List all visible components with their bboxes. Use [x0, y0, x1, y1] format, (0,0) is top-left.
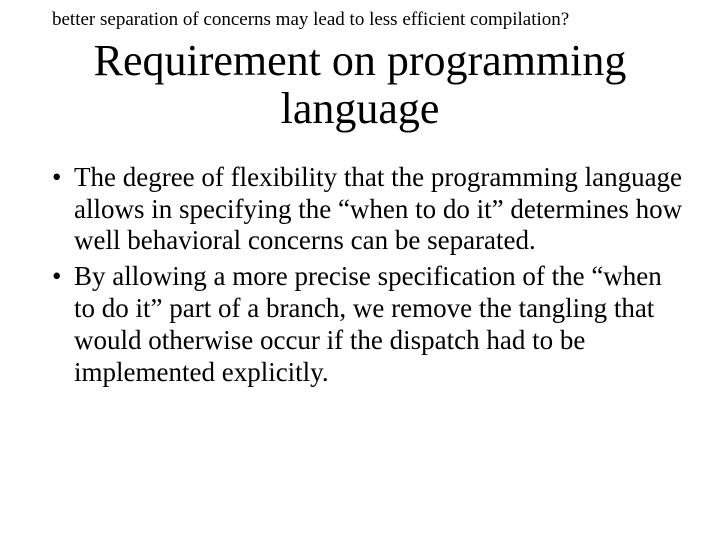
- slide: better separation of concerns may lead t…: [0, 0, 720, 540]
- list-item: By allowing a more precise specification…: [52, 261, 686, 388]
- list-item: The degree of flexibility that the progr…: [52, 162, 686, 258]
- slide-title: Requirement on programming language: [30, 37, 690, 134]
- annotation-text: better separation of concerns may lead t…: [52, 10, 690, 31]
- bullet-list: The degree of flexibility that the progr…: [30, 162, 690, 389]
